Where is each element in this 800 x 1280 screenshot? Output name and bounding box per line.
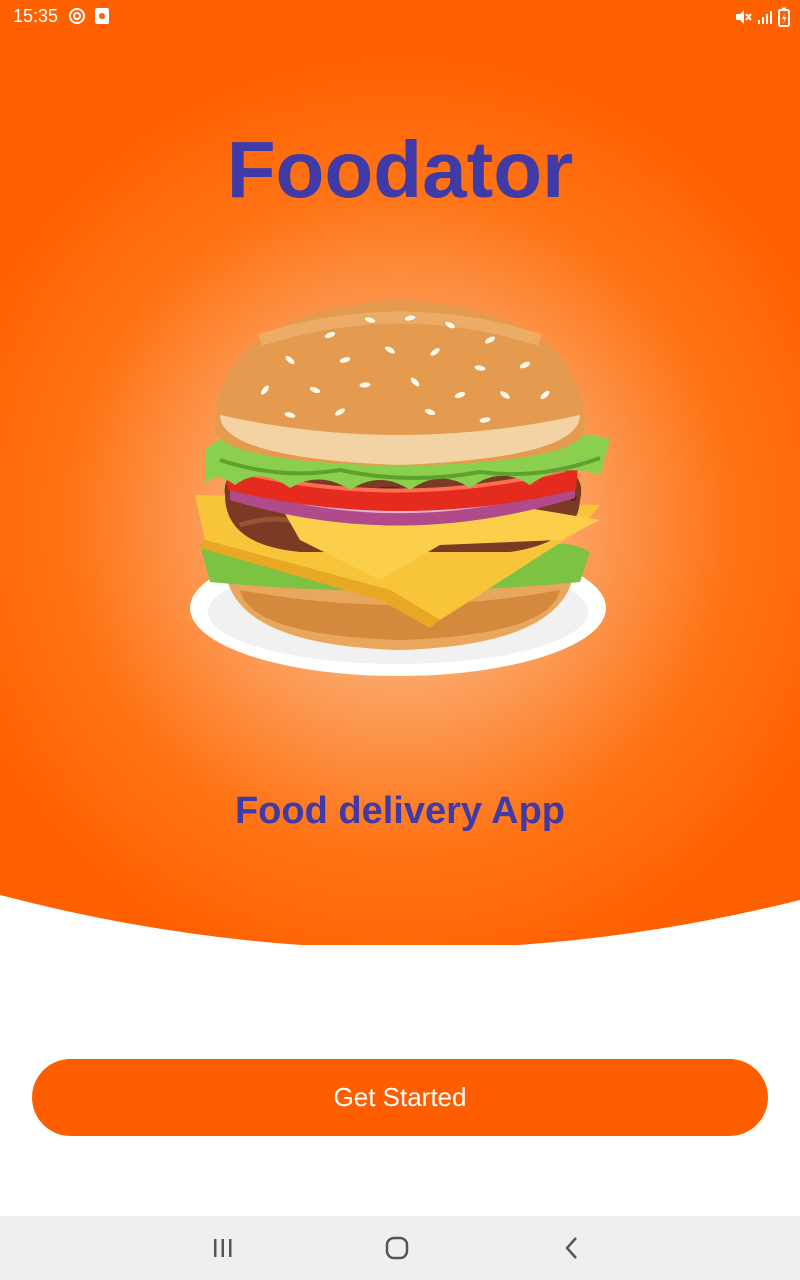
home-button[interactable]	[377, 1232, 417, 1264]
burger-icon	[190, 300, 610, 676]
photo-notification-icon	[95, 8, 109, 24]
mute-icon	[736, 10, 752, 24]
back-button[interactable]	[552, 1232, 592, 1264]
recent-apps-button[interactable]	[203, 1232, 243, 1264]
app-tagline: Food delivery App	[234, 790, 566, 832]
battery-icon	[778, 7, 790, 27]
app-title: Foodator	[226, 125, 574, 214]
get-started-button[interactable]: Get Started	[32, 1059, 768, 1136]
signal-icon	[758, 11, 772, 24]
system-nav-bar	[0, 1216, 800, 1280]
recent-apps-icon	[214, 1239, 232, 1257]
home-icon	[385, 1236, 409, 1260]
back-icon	[565, 1237, 577, 1259]
status-bar: 15:35	[0, 0, 800, 34]
at-icon	[69, 8, 85, 24]
hero-section: 15:35 Foodator Food delivery App	[0, 0, 800, 945]
status-time: 15:35	[13, 6, 59, 26]
